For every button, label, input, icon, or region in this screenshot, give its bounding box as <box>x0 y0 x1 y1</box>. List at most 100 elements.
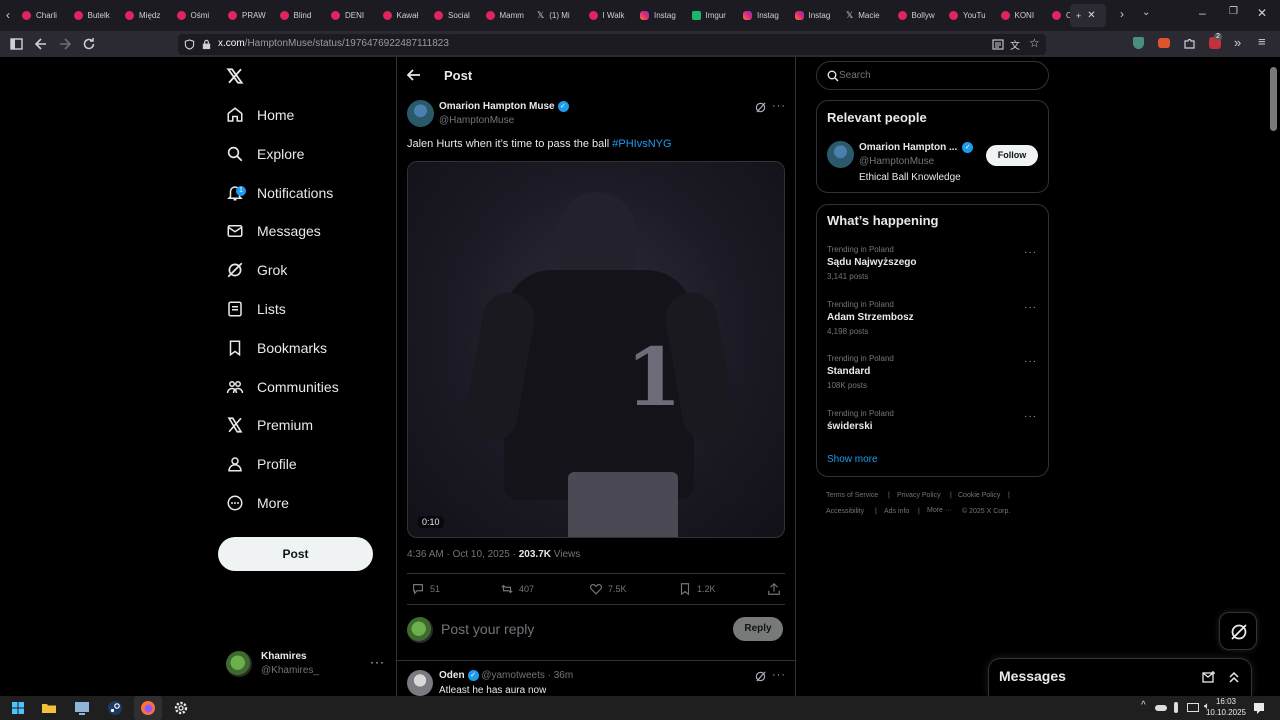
sidebar-toggle-icon[interactable] <box>10 37 24 51</box>
reply-button[interactable]: Reply <box>733 617 783 641</box>
reply-author-handle[interactable]: @yamotweets <box>481 670 545 681</box>
back-arrow-icon[interactable] <box>34 37 48 51</box>
microphone-icon[interactable] <box>1174 702 1178 713</box>
shield-icon[interactable] <box>184 39 195 50</box>
browser-tab[interactable]: KONI <box>1000 4 1045 27</box>
account-handle[interactable]: @Khamires_ <box>261 665 319 676</box>
browser-tab[interactable]: Instag <box>794 4 839 27</box>
nav-item-home[interactable]: Home <box>226 100 294 130</box>
tray-chevron-up-icon[interactable]: ^ <box>1141 700 1146 711</box>
forward-arrow-icon[interactable] <box>58 37 72 51</box>
nav-item-profile[interactable]: Profile <box>226 449 297 479</box>
browser-tab[interactable]: PRAW <box>228 4 272 27</box>
nav-item-communities[interactable]: Communities <box>226 372 339 402</box>
onedrive-cloud-icon[interactable] <box>1155 705 1167 711</box>
notification-center-icon[interactable] <box>1251 700 1267 716</box>
tab-close-icon[interactable]: ✕ <box>1087 10 1095 21</box>
browser-tab[interactable]: Blind <box>279 4 324 27</box>
browser-tab[interactable]: Social <box>434 4 478 27</box>
nav-item-premium[interactable]: Premium <box>226 410 313 440</box>
follow-button[interactable]: Follow <box>986 145 1038 166</box>
scrollbar-thumb[interactable] <box>1270 67 1277 131</box>
x-logo-icon[interactable] <box>226 67 244 85</box>
account-name[interactable]: Khamires <box>261 651 307 662</box>
relevant-person-name-row[interactable]: Omarion Hampton ... ✓ <box>859 142 974 153</box>
browser-tab[interactable]: Instag <box>640 4 684 27</box>
translate-icon[interactable]: 文 <box>1010 37 1020 52</box>
author-handle[interactable]: @HamptonMuse <box>439 115 514 126</box>
like-action[interactable]: 7.5K <box>589 582 627 596</box>
bookmark-star-icon[interactable]: ☆ <box>1029 36 1040 50</box>
expand-chevrons-up-icon[interactable] <box>1227 670 1241 684</box>
author-avatar[interactable] <box>407 100 434 127</box>
browser-tab[interactable]: I Walk <box>588 4 633 27</box>
ublock-shield-icon[interactable] <box>1133 37 1144 49</box>
reply-author-avatar[interactable] <box>407 670 433 696</box>
reader-view-icon[interactable] <box>992 39 1004 50</box>
address-bar[interactable]: x.com/HamptonMuse/status/197647692248711… <box>178 34 1046 55</box>
page-scrollbar[interactable] <box>1268 57 1280 696</box>
browser-tab[interactable]: DENI <box>331 4 375 27</box>
nav-item-lists[interactable]: Lists <box>226 294 286 324</box>
author-name-row[interactable]: Omarion Hampton Muse ✓ <box>439 101 569 112</box>
reply-age[interactable]: · 36m <box>548 670 574 681</box>
nav-item-more[interactable]: More <box>226 488 289 518</box>
trend-item[interactable]: Trending in Poland Adam Strzembosz 4,198 p… <box>827 300 1037 336</box>
hashtag-link[interactable]: #PHIvsNYG <box>612 138 671 150</box>
extensions-puzzle-icon[interactable] <box>1183 37 1196 50</box>
account-avatar[interactable] <box>226 651 252 677</box>
window-close-icon[interactable]: ✕ <box>1257 6 1267 20</box>
tab-scroll-left-icon[interactable]: ‹ <box>6 8 10 22</box>
back-arrow-icon[interactable] <box>407 69 421 81</box>
file-explorer-icon[interactable] <box>41 700 57 716</box>
show-more-link[interactable]: Show more <box>827 454 878 465</box>
grok-icon[interactable] <box>755 671 766 682</box>
reply-author-name[interactable]: Oden <box>439 670 465 681</box>
browser-tab[interactable]: Ośmi <box>176 4 221 27</box>
extension-fox-icon[interactable] <box>1158 38 1170 48</box>
grok-floating-button[interactable] <box>1219 612 1257 650</box>
post-timestamp[interactable]: 4:36 AM · Oct 10, 2025 · <box>407 549 516 560</box>
browser-tab[interactable]: Imgur <box>691 4 736 27</box>
relevant-person-avatar[interactable] <box>827 141 854 168</box>
search-box[interactable]: Search <box>816 61 1049 90</box>
footer-terms-link[interactable]: Terms of Service <box>826 492 878 499</box>
clock[interactable]: 16:03 10.10.2025 <box>1204 696 1248 718</box>
messages-drawer[interactable]: Messages <box>988 658 1252 696</box>
browser-tab[interactable]: Międz <box>125 4 169 27</box>
monitor-app-icon[interactable] <box>74 700 90 716</box>
post-button[interactable]: Post <box>218 537 373 571</box>
network-icon[interactable] <box>1187 703 1199 712</box>
browser-tab[interactable]: Instag <box>743 4 787 27</box>
reply-input[interactable]: Post your reply <box>441 621 534 637</box>
windows-start-icon[interactable] <box>10 700 26 716</box>
grok-icon[interactable] <box>755 102 766 113</box>
nav-item-explore[interactable]: Explore <box>226 139 304 169</box>
reply-action[interactable]: 51 <box>411 582 440 596</box>
window-minimize-icon[interactable]: – <box>1199 6 1206 20</box>
author-name[interactable]: Omarion Hampton Muse <box>439 101 555 112</box>
account-more-icon[interactable]: ··· <box>370 655 385 669</box>
overflow-chevrons-icon[interactable]: » <box>1234 35 1241 50</box>
browser-tab[interactable]: Charli <box>22 4 66 27</box>
browser-tab[interactable]: Kawał <box>382 4 427 27</box>
video-player[interactable]: 1 0:10 <box>407 161 785 538</box>
hamburger-menu-icon[interactable]: ≡ <box>1258 34 1266 49</box>
bookmark-action[interactable]: 1.2K <box>678 582 716 596</box>
post-more-icon[interactable]: ··· <box>772 100 786 112</box>
nav-item-messages[interactable]: Messages <box>226 216 321 246</box>
trend-more-icon[interactable]: ··· <box>1024 302 1037 313</box>
tab-scroll-right-icon[interactable]: › <box>1120 7 1124 21</box>
share-icon[interactable] <box>767 582 781 596</box>
messages-drawer-title[interactable]: Messages <box>999 668 1066 684</box>
window-restore-icon[interactable]: ❐ <box>1229 6 1238 17</box>
url-text[interactable]: x.com/HamptonMuse/status/197647692248711… <box>218 38 449 49</box>
footer-privacy-link[interactable]: Privacy Policy <box>897 492 941 499</box>
trend-item[interactable]: Trending in Poland Sądu Najwyższego 3,141 … <box>827 245 1037 281</box>
lock-icon[interactable] <box>201 39 212 50</box>
tab-list-chevron-down-icon[interactable]: ⌄ <box>1142 7 1150 18</box>
footer-accessibility-link[interactable]: Accessibility <box>826 508 864 515</box>
nav-item-bookmarks[interactable]: Bookmarks <box>226 333 327 363</box>
reload-icon[interactable] <box>82 37 96 51</box>
browser-tab[interactable]: 𝕏 (1) Mi <box>537 4 581 27</box>
